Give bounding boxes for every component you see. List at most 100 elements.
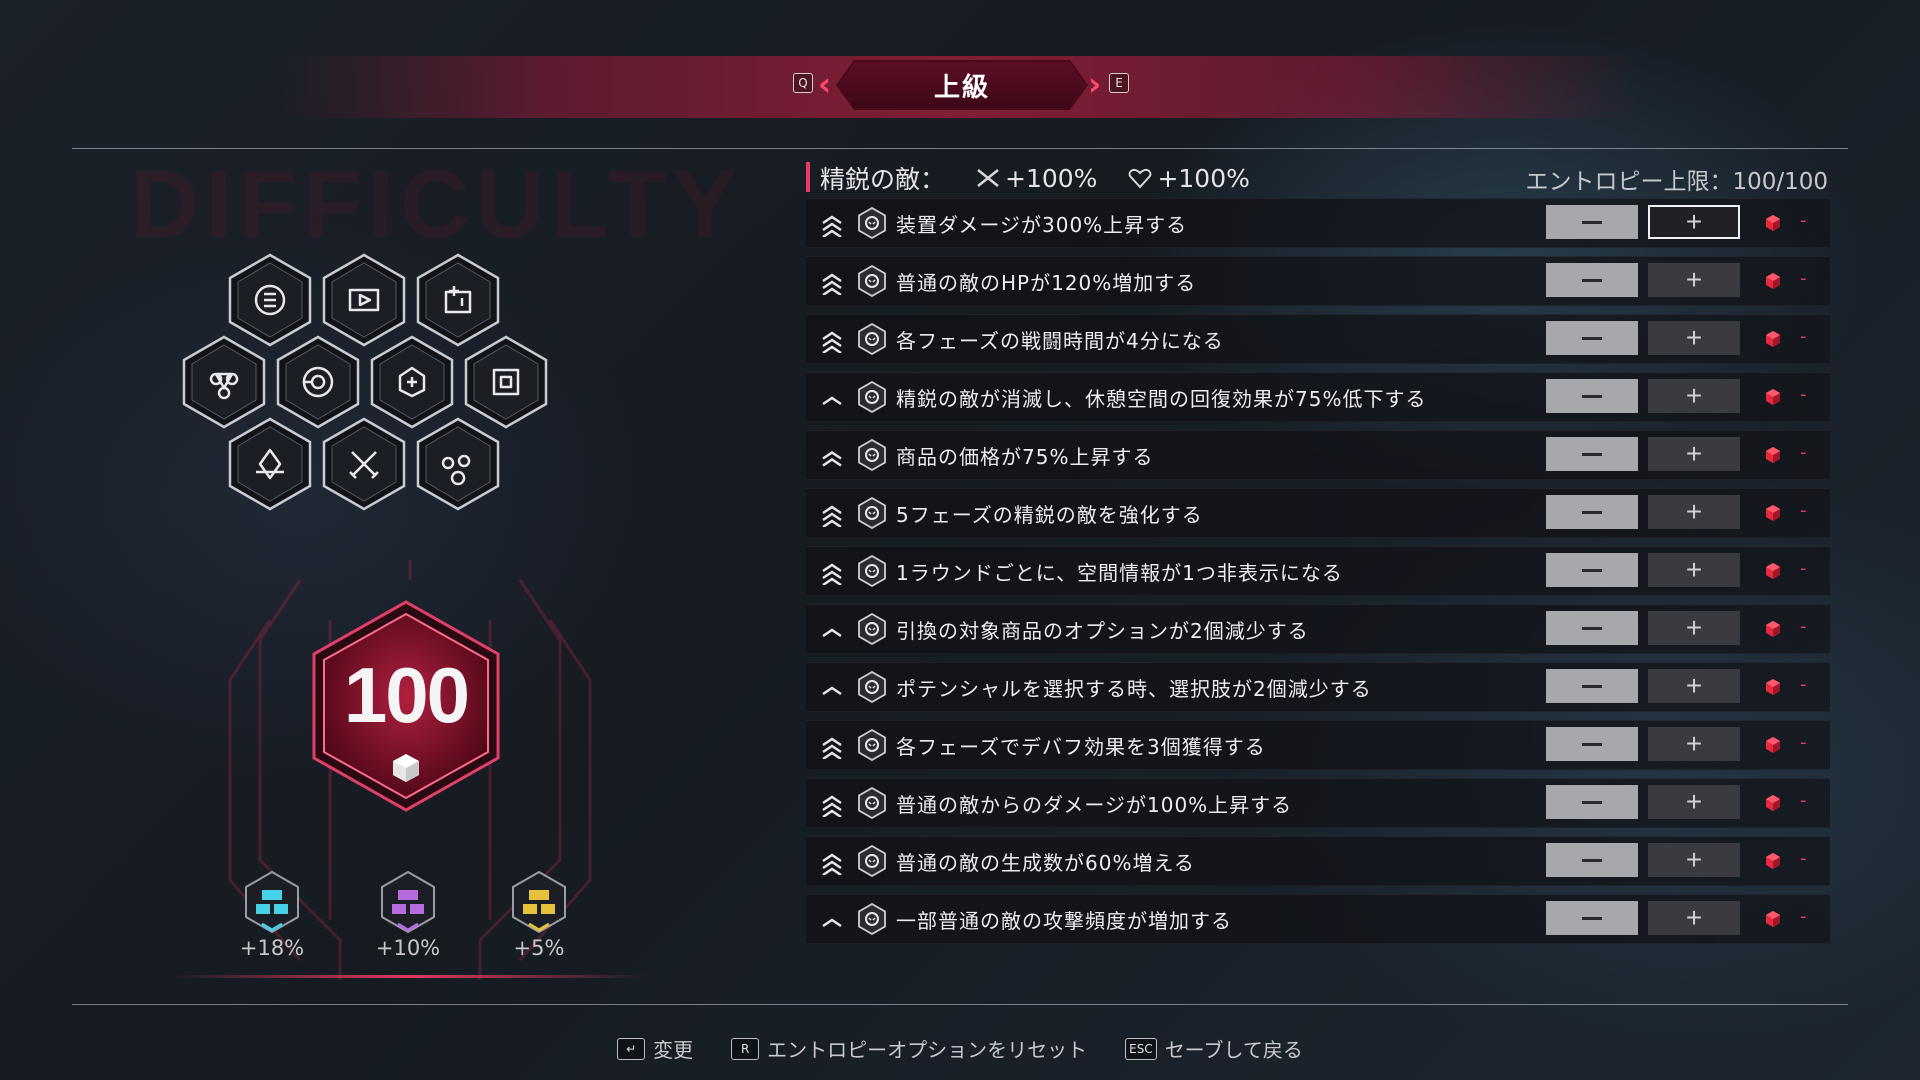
minus-icon [1582,800,1602,804]
decrease-button[interactable] [1546,321,1638,355]
increase-button[interactable]: + [1648,785,1740,819]
currency-icon[interactable] [228,253,312,347]
crossed-blades-icon [858,207,886,239]
increase-button[interactable]: + [1648,901,1740,935]
option-label: 1ラウンドごとに、空間情報が1つ非表示になる [896,561,1343,585]
option-row[interactable]: 商品の価格が75%上昇する + - [806,430,1830,480]
option-row[interactable]: 普通の敵の生成数が60%増える + - [806,836,1830,886]
purple-tier-icon [381,870,435,934]
decrease-button[interactable] [1546,727,1638,761]
option-row[interactable]: 引換の対象商品のオプションが2個減少する + - [806,604,1830,654]
rank-chevrons-icon [822,795,842,817]
decrease-button[interactable] [1546,495,1638,529]
debuff-icon [858,729,886,761]
option-row[interactable]: 1ラウンドごとに、空間情報が1つ非表示になる + - [806,546,1830,596]
footer-action-2[interactable]: R エントロピーオプションをリセット [731,1034,1087,1063]
arrow-hex-icon[interactable] [228,417,312,511]
rank-chevrons-icon [822,686,842,696]
skull-fang-icon [858,787,886,819]
footer-action-3[interactable]: ESC セーブして戻る [1125,1034,1303,1063]
option-row[interactable]: 各フェーズの戦闘時間が4分になる + - [806,314,1830,364]
bonus-label: +18% [239,936,305,960]
entropy-cube-icon [1766,331,1780,347]
increase-button[interactable]: + [1648,727,1740,761]
option-label: 商品の価格が75%上昇する [896,445,1154,469]
footer-action-1[interactable]: ↵ 変更 [617,1034,693,1063]
decrease-button[interactable] [1546,611,1638,645]
entropy-cube-icon [1766,215,1780,231]
gold-tier-icon [512,870,566,934]
entropy-cost: - [1800,442,1807,463]
minus-icon [1582,336,1602,340]
increase-button[interactable]: + [1648,611,1740,645]
play-hex-icon[interactable] [322,253,406,347]
increase-button[interactable]: + [1648,843,1740,877]
option-row[interactable]: ポテンシャルを選択する時、選択肢が2個減少する + - [806,662,1830,712]
potential-icon [858,671,886,703]
swirl-icon[interactable] [276,335,360,429]
option-row[interactable]: 普通の敵からのダメージが100%上昇する + - [806,778,1830,828]
increase-button[interactable]: + [1648,669,1740,703]
heart-down-icon [858,381,886,413]
coin-icon [858,613,886,645]
decrease-button[interactable] [1546,379,1638,413]
minus-icon [1582,394,1602,398]
minus-icon [1582,278,1602,282]
entropy-cost: - [1800,674,1807,695]
increase-button[interactable]: + [1648,263,1740,297]
option-row[interactable]: 各フェーズでデバフ効果を3個獲得する + - [806,720,1830,770]
entropy-cube-icon [1766,911,1780,927]
rank-chevrons-icon [822,215,842,237]
increase-button[interactable]: + [1648,437,1740,471]
entropy-cube-icon [1766,621,1780,637]
option-row[interactable]: 装置ダメージが300%上昇する + - [806,198,1830,248]
divider-top [72,148,1848,149]
increase-button[interactable]: + [1648,553,1740,587]
decrease-button[interactable] [1546,901,1638,935]
option-row[interactable]: 一部普通の敵の攻撃頻度が増加する + - [806,894,1830,944]
cluster-icon[interactable] [182,335,266,429]
option-row[interactable]: 普通の敵のHPが120%増加する + - [806,256,1830,306]
elite-enemy-summary: 精鋭の敵： +100% +100% [820,160,1250,196]
entropy-limit: エントロピー上限：100/100 [1525,169,1828,195]
rank-chevrons-icon [822,563,842,585]
decrease-button[interactable] [1546,785,1638,819]
increase-button[interactable]: + [1648,205,1740,239]
cube-icon [393,754,419,782]
decrease-button[interactable] [1546,553,1638,587]
option-label: 一部普通の敵の攻撃頻度が増加する [896,909,1232,933]
entropy-cost: - [1800,848,1807,869]
question-icon [858,555,886,587]
decrease-button[interactable] [1546,669,1638,703]
option-row[interactable]: 精鋭の敵が消滅し、休憩空間の回復効果が75%低下する + - [806,372,1830,422]
rank-chevrons-icon [822,737,842,759]
rank-chevrons-icon [822,628,842,638]
bonus-tier-2: +10% [358,870,458,960]
shield-gem-icon[interactable] [370,335,454,429]
decrease-button[interactable] [1546,843,1638,877]
increase-button[interactable]: + [1648,321,1740,355]
left-panel-glow [170,975,650,978]
increase-button[interactable]: + [1648,379,1740,413]
tower-plus-icon[interactable] [416,253,500,347]
entropy-cube-icon [1766,389,1780,405]
entropy-cube-icon [1766,505,1780,521]
footer-label: 変更 [653,1038,694,1062]
chevron-left-icon[interactable]: ‹ [818,64,831,104]
option-row[interactable]: 5フェーズの精鋭の敵を強化する + - [806,488,1830,538]
increase-button[interactable]: + [1648,495,1740,529]
next-tab-key[interactable]: E [1109,73,1129,93]
prev-tab-key[interactable]: Q [793,73,813,93]
decrease-button[interactable] [1546,437,1638,471]
decrease-button[interactable] [1546,263,1638,297]
divider-bottom [72,1004,1848,1005]
entropy-cost: - [1800,268,1807,289]
crossed-swords-icon[interactable] [322,417,406,511]
tablet-icon[interactable] [464,335,548,429]
entropy-cost: - [1800,210,1807,231]
chevron-right-icon[interactable]: › [1088,64,1101,104]
decrease-button[interactable] [1546,205,1638,239]
gear-cluster-icon[interactable] [416,417,500,511]
option-label: 引換の対象商品のオプションが2個減少する [896,619,1309,643]
footer-label: エントロピーオプションをリセット [767,1038,1088,1062]
